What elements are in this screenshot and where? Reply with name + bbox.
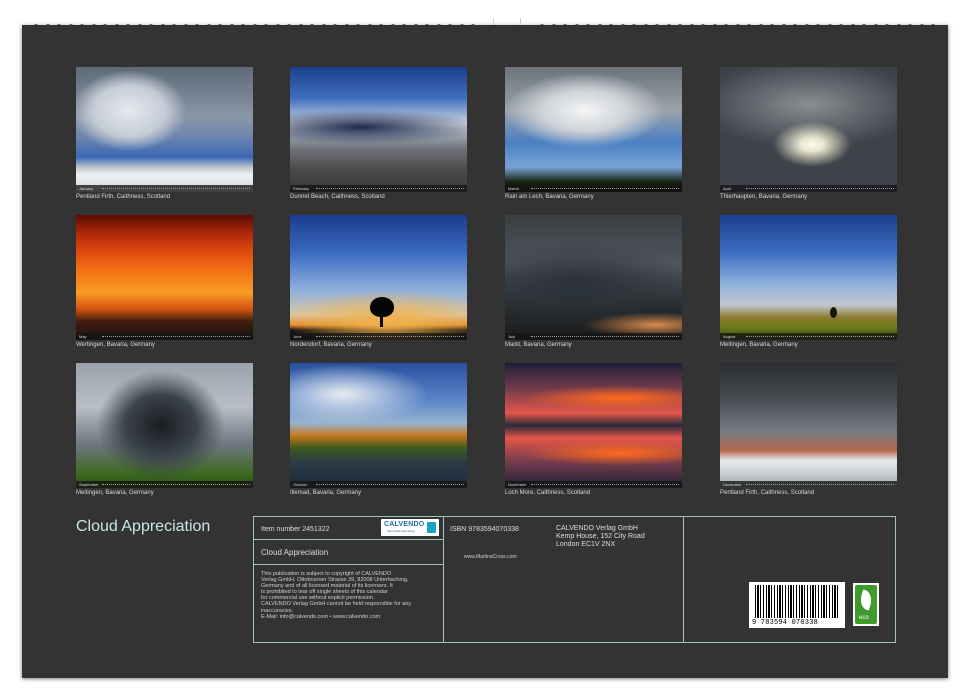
calvendo-mark-icon bbox=[427, 522, 436, 533]
copyright-notice: This publication is subject to copyright… bbox=[261, 571, 443, 620]
photo-thumbnail: August bbox=[720, 215, 897, 340]
publisher-line: Kemp House, 152 City Road bbox=[556, 533, 645, 540]
month-label: December bbox=[723, 482, 742, 487]
logo-tagline: Mein Kalenderverlag bbox=[387, 529, 415, 533]
calendar-strip: January bbox=[76, 185, 253, 192]
isbn-barcode: 9 783594 070338 bbox=[749, 582, 845, 628]
photo-caption: Meitingen, Bavaria, Germany bbox=[76, 490, 154, 496]
calendar-back-page: January Pentland Firth, Caithness, Scotl… bbox=[22, 25, 948, 678]
photo-caption: Rain am Lech, Bavaria, Germany bbox=[505, 194, 594, 200]
tree-silhouette bbox=[830, 307, 837, 318]
barcode-digits: 9 783594 070338 bbox=[752, 619, 819, 627]
photo-caption: Thierhaupten, Bavaria, Germany bbox=[720, 194, 808, 200]
month-label: October bbox=[293, 482, 308, 487]
calendar-strip: November bbox=[505, 481, 682, 488]
calendar-strip: December bbox=[720, 481, 897, 488]
photo-thumbnail: March bbox=[505, 67, 682, 192]
barcode-bars bbox=[755, 585, 839, 618]
month-label: February bbox=[293, 186, 310, 191]
photo-thumbnail: September bbox=[76, 363, 253, 488]
photo-thumbnail: November bbox=[505, 363, 682, 488]
notice-line: E-Mail: info@calvendo.com • www.calvendo… bbox=[261, 613, 381, 620]
tree-silhouette bbox=[370, 297, 394, 317]
photo-caption: Markt, Bavaria, Germany bbox=[505, 342, 572, 348]
photo-thumbnail: May bbox=[76, 215, 253, 340]
photo-thumbnail: July bbox=[505, 215, 682, 340]
photo-caption: Dunnet Beach, Caithness, Scotland bbox=[290, 194, 385, 200]
calendar-title: Cloud Appreciation bbox=[76, 518, 211, 535]
info-title: Cloud Appreciation bbox=[261, 548, 329, 557]
isbn-number: ISBN 9783594070338 bbox=[450, 526, 519, 533]
author-website: www.MartinaCross.com bbox=[464, 554, 517, 560]
month-label: June bbox=[293, 334, 302, 339]
month-label: April bbox=[723, 186, 732, 191]
calendar-strip: June bbox=[290, 333, 467, 340]
calendar-strip: September bbox=[76, 481, 253, 488]
photo-caption: Illemad, Bavaria, Germany bbox=[290, 490, 362, 496]
calendar-strip: August bbox=[720, 333, 897, 340]
logo-text: CALVENDO bbox=[384, 521, 425, 528]
month-label: November bbox=[508, 482, 527, 487]
publisher-line: CALVENDO Verlag GmbH bbox=[556, 525, 638, 532]
publication-info-box: Item number 2451322 CALVENDO Mein Kalend… bbox=[253, 516, 896, 643]
photo-caption: Pentland Firth, Caithness, Scotland bbox=[720, 490, 815, 496]
month-label: May bbox=[79, 334, 87, 339]
publisher-address: CALVENDO Verlag GmbH Kemp House, 152 Cit… bbox=[556, 525, 645, 549]
photo-caption: Wertingen, Bavaria, Germany bbox=[76, 342, 155, 348]
month-label: September bbox=[79, 482, 99, 487]
photo-caption: Nordendorf, Bavaria, Germany bbox=[290, 342, 372, 348]
item-number: Item number 2451322 bbox=[261, 526, 330, 533]
month-label: March bbox=[508, 186, 520, 191]
photo-thumbnail: February bbox=[290, 67, 467, 192]
photo-thumbnail: December bbox=[720, 363, 897, 488]
calendar-strip: October bbox=[290, 481, 467, 488]
calendar-strip: March bbox=[505, 185, 682, 192]
publisher-line: London EC1V 2NX bbox=[556, 541, 616, 548]
calendar-strip: May bbox=[76, 333, 253, 340]
calendar-strip: July bbox=[505, 333, 682, 340]
eco-label: eco bbox=[859, 615, 869, 621]
photo-caption: Pentland Firth, Caithness, Scotland bbox=[76, 194, 171, 200]
calvendo-logo: CALVENDO Mein Kalenderverlag bbox=[381, 519, 439, 536]
month-label: January bbox=[79, 186, 94, 191]
eco-leaf-icon: eco bbox=[855, 585, 877, 624]
photo-caption: Loch More, Caithness, Scotland bbox=[505, 490, 591, 496]
calendar-strip: April bbox=[720, 185, 897, 192]
eco-badge: eco bbox=[853, 583, 879, 626]
photo-thumbnail: April bbox=[720, 67, 897, 192]
calendar-strip: February bbox=[290, 185, 467, 192]
month-label: July bbox=[508, 334, 516, 339]
photo-thumbnail: June bbox=[290, 215, 467, 340]
photo-thumbnail: October bbox=[290, 363, 467, 488]
month-label: August bbox=[723, 334, 736, 339]
photo-thumbnail: January bbox=[76, 67, 253, 192]
photo-caption: Meitingen, Bavaria, Germany bbox=[720, 342, 798, 348]
